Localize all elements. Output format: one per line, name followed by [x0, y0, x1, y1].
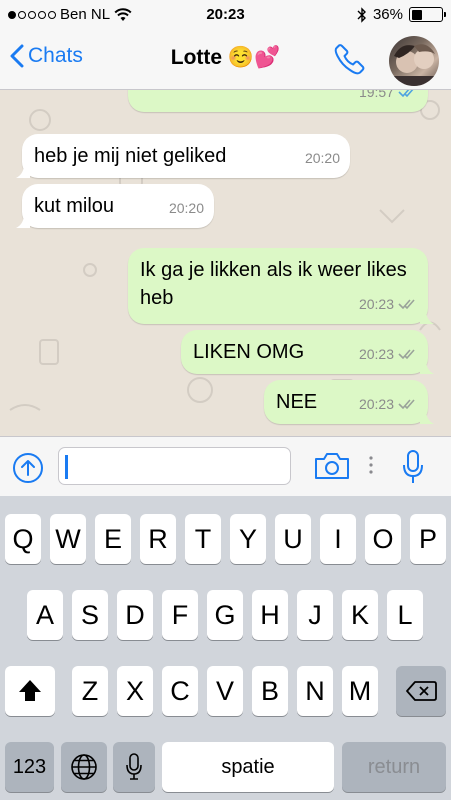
key-v[interactable]: V [207, 666, 243, 716]
attach-button[interactable] [12, 452, 44, 489]
message-time: 20:23 [358, 346, 394, 362]
message-time: 20:20 [304, 150, 340, 166]
message-list[interactable]: 19:57 heb je mij niet geliked 20:20 kut … [0, 90, 451, 436]
space-key[interactable]: spatie [162, 742, 334, 792]
microphone-icon [403, 450, 423, 483]
message-meta: 20:23 [359, 290, 418, 318]
bubble-tail [420, 360, 434, 374]
status-right: 36% [357, 6, 446, 23]
message-bubble-outgoing[interactable]: 19:57 [128, 90, 428, 112]
message-meta: 20:23 [359, 390, 418, 418]
contact-avatar[interactable] [389, 36, 439, 86]
read-ticks-icon [398, 90, 414, 98]
message-time: 20:20 [168, 200, 204, 216]
backspace-key[interactable] [396, 666, 446, 716]
contact-name[interactable]: Lotte ☺️💕 [0, 46, 451, 70]
key-g[interactable]: G [207, 590, 243, 640]
bubble-tail [16, 214, 30, 228]
message-bubble-outgoing[interactable]: NEE 20:23 [264, 380, 434, 424]
arrow-up-circle-icon [13, 453, 43, 483]
globe-icon [71, 754, 97, 780]
key-e[interactable]: E [95, 514, 131, 564]
message-meta: 20:23 [359, 340, 418, 368]
bubble-tail [420, 310, 434, 324]
key-x[interactable]: X [117, 666, 153, 716]
message-input[interactable] [58, 447, 291, 485]
keyboard: Q W E R T Y U I O P A S D F G H J K L Z … [0, 496, 451, 800]
message-time: 19:57 [358, 90, 394, 100]
chat-header: Chats Lotte ☺️💕 [0, 30, 451, 90]
message-text: heb je mij niet geliked [34, 145, 227, 167]
shift-key[interactable] [5, 666, 55, 716]
microphone-icon [126, 753, 142, 780]
key-a[interactable]: A [27, 590, 63, 640]
avatar-photo [389, 44, 439, 86]
delivered-ticks-icon [398, 299, 415, 310]
key-q[interactable]: Q [5, 514, 41, 564]
phone-icon [334, 44, 365, 75]
message-meta: 20:20 [305, 144, 340, 172]
key-s[interactable]: S [72, 590, 108, 640]
battery-icon [409, 7, 446, 22]
return-key[interactable]: return [342, 742, 446, 792]
key-b[interactable]: B [252, 666, 288, 716]
dictation-key[interactable] [113, 742, 155, 792]
key-u[interactable]: U [275, 514, 311, 564]
shift-icon [19, 680, 41, 701]
message-text: kut milou [34, 195, 115, 217]
text-caret [65, 455, 68, 479]
composer [0, 436, 451, 496]
key-c[interactable]: C [162, 666, 198, 716]
delivered-ticks-icon [398, 399, 415, 410]
message-time: 20:23 [358, 396, 394, 412]
key-r[interactable]: R [140, 514, 176, 564]
message-bubble-outgoing[interactable]: Ik ga je likken als ik weer likes heb 20… [128, 248, 434, 324]
status-bar: Ben NL 20:23 36% [0, 0, 451, 30]
key-m[interactable]: M [342, 666, 378, 716]
message-meta: 19:57 [359, 90, 418, 106]
call-button[interactable] [333, 42, 367, 81]
bubble-tail [420, 410, 434, 424]
bluetooth-icon [357, 6, 366, 23]
camera-icon [315, 453, 349, 479]
message-text: LIKEN OMG [193, 341, 305, 363]
key-z[interactable]: Z [72, 666, 108, 716]
camera-button[interactable] [313, 451, 351, 486]
key-d[interactable]: D [117, 590, 153, 640]
key-k[interactable]: K [342, 590, 378, 640]
key-f[interactable]: F [162, 590, 198, 640]
key-n[interactable]: N [297, 666, 333, 716]
key-t[interactable]: T [185, 514, 221, 564]
delivered-ticks-icon [398, 349, 415, 360]
message-text: NEE [276, 391, 318, 413]
message-meta: 20:20 [169, 194, 204, 222]
key-j[interactable]: J [297, 590, 333, 640]
key-l[interactable]: L [387, 590, 423, 640]
message-bubble-outgoing[interactable]: LIKEN OMG 20:23 [181, 330, 434, 374]
voice-message-button[interactable] [401, 449, 425, 490]
key-i[interactable]: I [320, 514, 356, 564]
globe-key[interactable] [61, 742, 107, 792]
battery-percent: 36% [372, 6, 403, 23]
key-o[interactable]: O [365, 514, 401, 564]
message-bubble-incoming[interactable]: heb je mij niet geliked 20:20 [16, 134, 350, 178]
key-y[interactable]: Y [230, 514, 266, 564]
numbers-key[interactable]: 123 [5, 742, 54, 792]
bubble-tail [16, 164, 30, 178]
message-time: 20:23 [358, 296, 394, 312]
key-w[interactable]: W [50, 514, 86, 564]
message-bubble-incoming[interactable]: kut milou 20:20 [16, 184, 214, 228]
backspace-icon [406, 681, 437, 701]
more-dots-icon [369, 455, 373, 480]
key-p[interactable]: P [410, 514, 446, 564]
key-h[interactable]: H [252, 590, 288, 640]
